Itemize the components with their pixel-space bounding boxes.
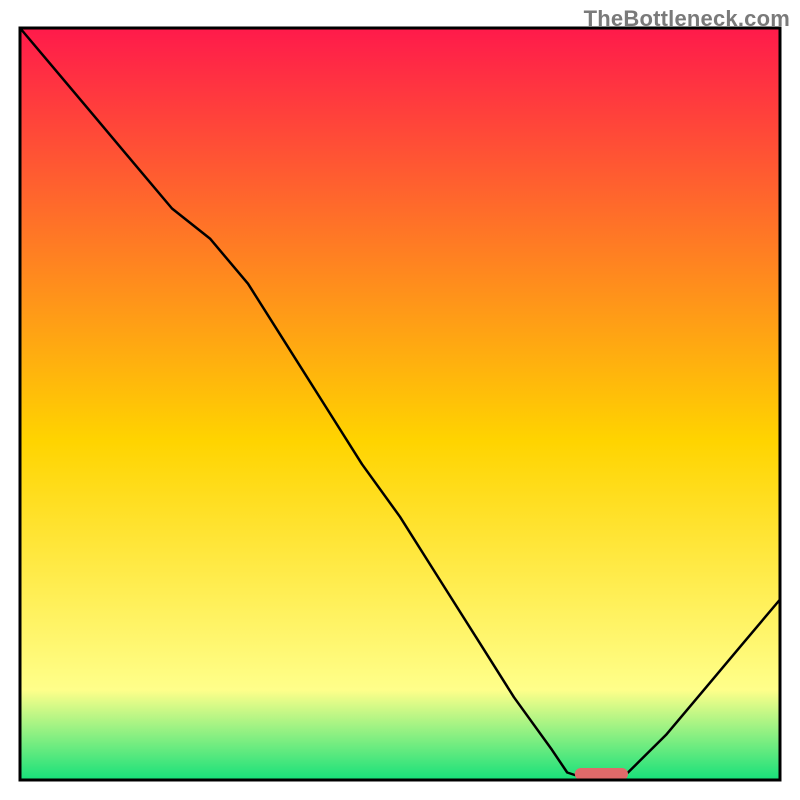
optimal-range-marker	[575, 768, 628, 780]
bottleneck-chart: TheBottleneck.com	[0, 0, 800, 800]
plot-background	[20, 28, 780, 780]
watermark-text: TheBottleneck.com	[584, 6, 790, 32]
chart-svg	[0, 0, 800, 800]
